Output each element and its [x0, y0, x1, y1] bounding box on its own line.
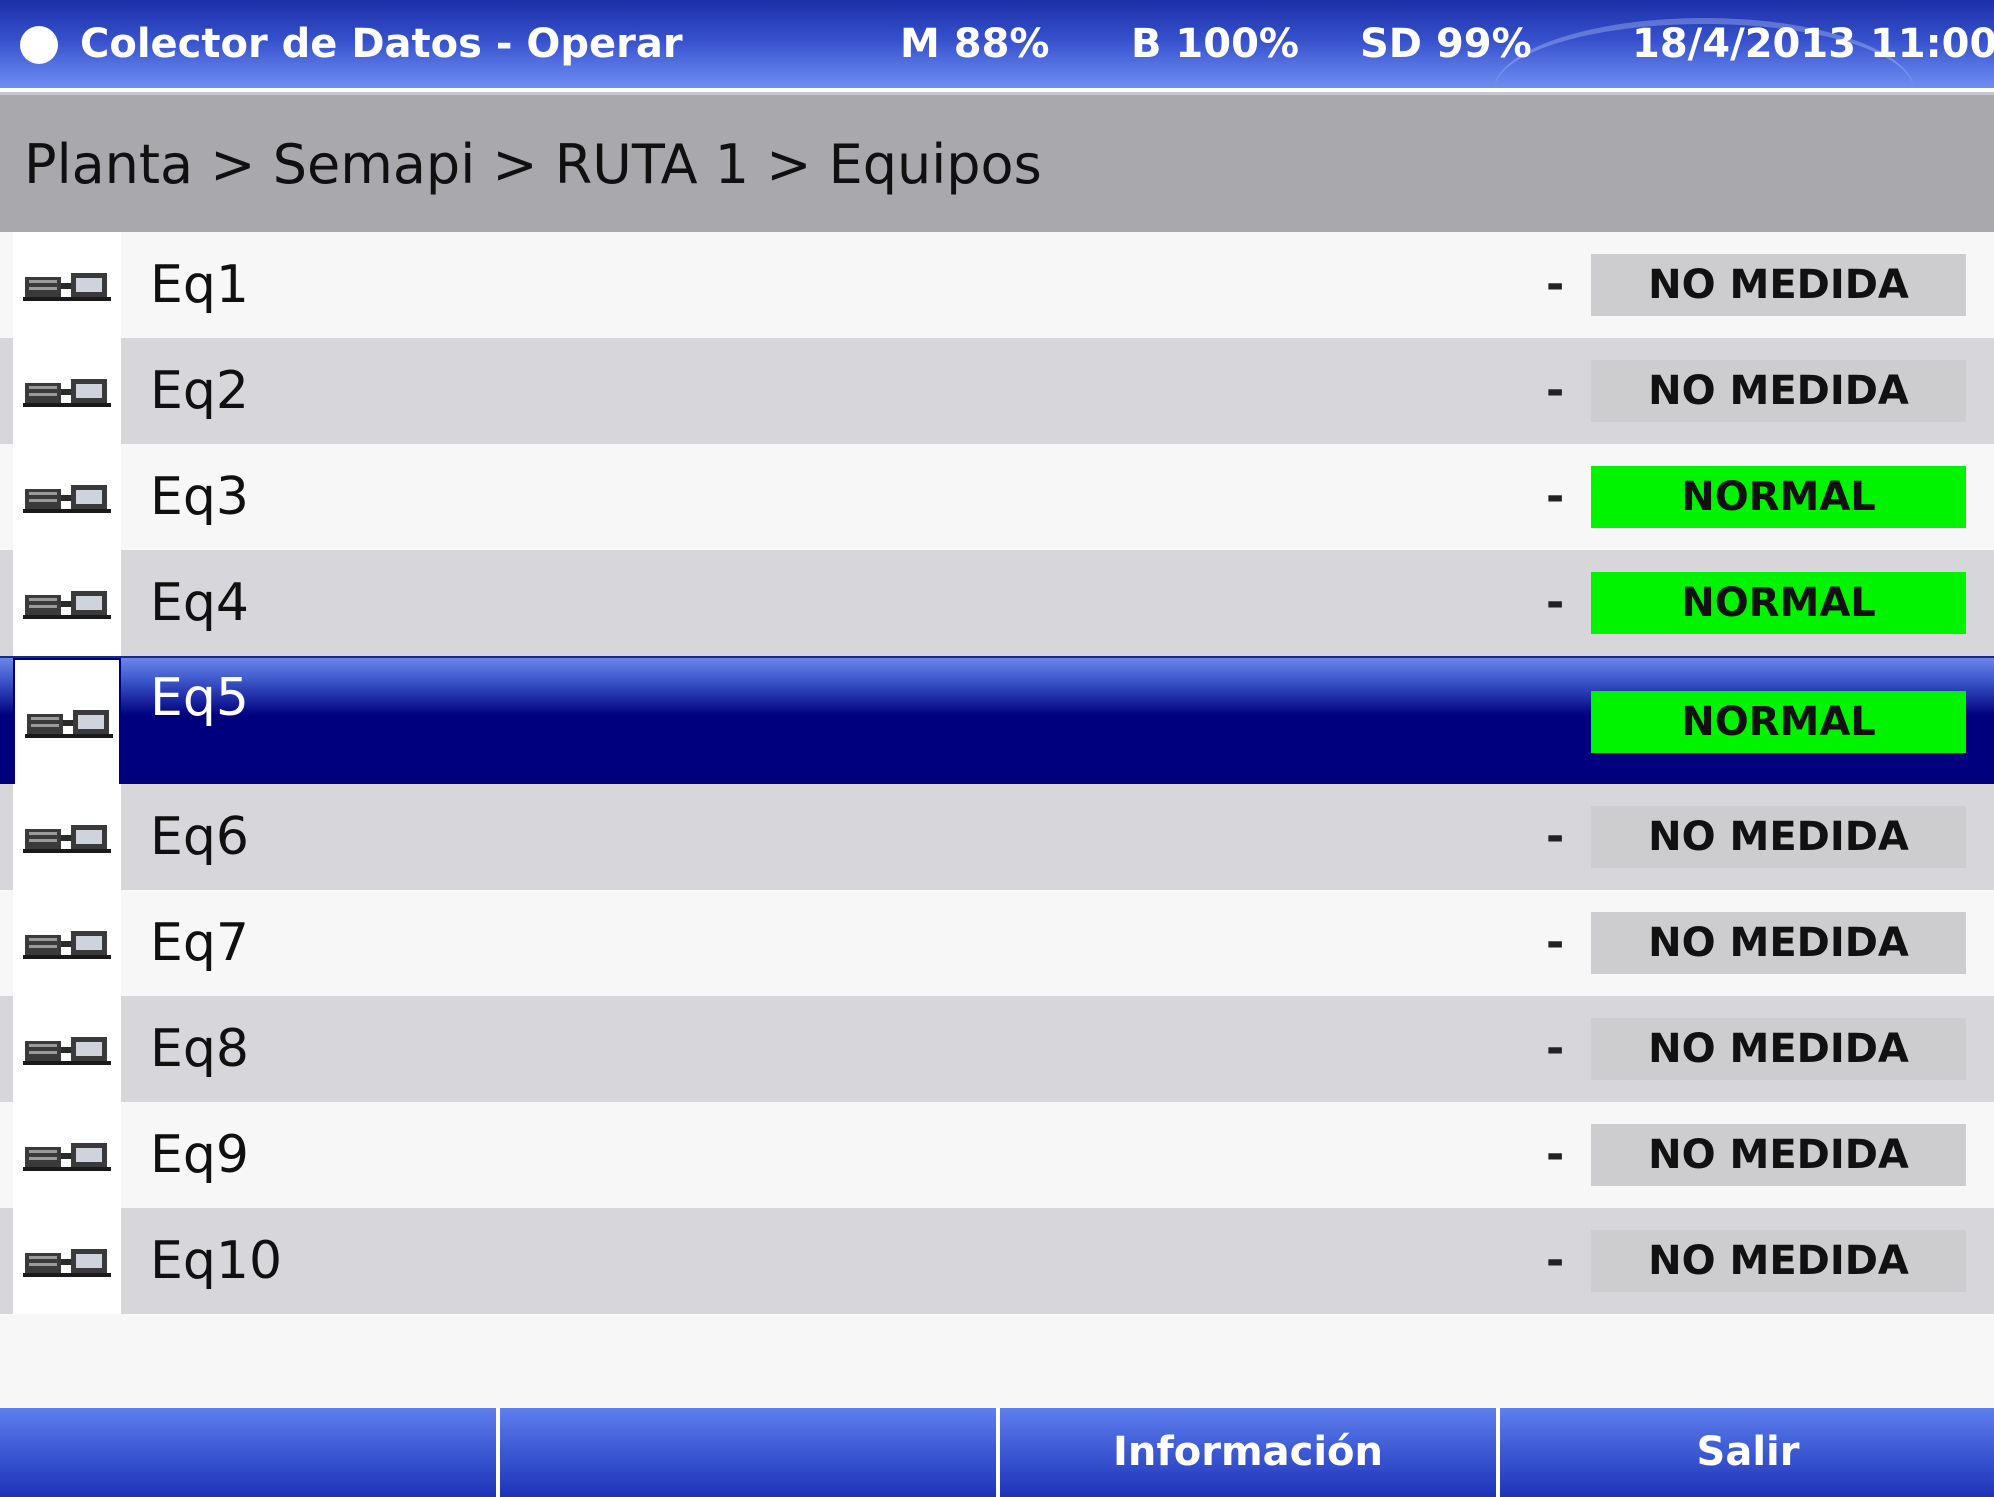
- equipment-value: -: [1546, 1235, 1565, 1286]
- equipment-icon-cell: [13, 996, 121, 1102]
- equipment-row[interactable]: Eq9 - NO MEDIDA: [0, 1102, 1994, 1208]
- motor-pump-icon: [23, 379, 111, 407]
- equipment-value: -: [1546, 1023, 1565, 1074]
- status-badge: NO MEDIDA: [1591, 806, 1966, 868]
- datetime: 18/4/2013 11:00: [1632, 21, 1994, 67]
- status-badge: NO MEDIDA: [1591, 254, 1966, 316]
- informacion-button[interactable]: Información: [1000, 1408, 1496, 1497]
- equipment-icon-cell: [13, 1208, 121, 1314]
- equipment-row[interactable]: Eq5 NORMAL: [0, 656, 1994, 786]
- equipment-name: Eq2: [150, 361, 249, 421]
- equipment-value: -: [1546, 471, 1565, 522]
- status-badge: NORMAL: [1591, 691, 1966, 753]
- equipment-row[interactable]: Eq8 - NO MEDIDA: [0, 996, 1994, 1102]
- equipment-name: Eq4: [150, 573, 249, 633]
- equipment-name: Eq10: [150, 1231, 283, 1291]
- equipment-name: Eq6: [150, 807, 249, 867]
- equipment-icon-cell: [13, 890, 121, 996]
- equipment-row[interactable]: Eq2 - NO MEDIDA: [0, 338, 1994, 444]
- equipment-name: Eq1: [150, 255, 249, 315]
- motor-pump-icon: [23, 931, 111, 959]
- equipment-list: Eq1- NO MEDIDA Eq2- NO MEDIDA Eq3- NORMAL Eq4-…: [0, 232, 1994, 1408]
- equipment-icon-cell: [13, 338, 121, 444]
- equipment-icon-cell: [13, 232, 121, 338]
- equipment-icon-cell: [13, 444, 121, 550]
- sd-indicator: SD 99%: [1360, 21, 1532, 67]
- title-bar: Colector de Datos - Operar M 88% B 100% …: [0, 0, 1994, 88]
- motor-pump-icon: [23, 825, 111, 853]
- equipment-row[interactable]: Eq4 - NORMAL: [0, 550, 1994, 656]
- equipment-row[interactable]: Eq1 - NO MEDIDA: [0, 232, 1994, 338]
- motor-pump-icon: [23, 591, 111, 619]
- equipment-icon-cell: [13, 658, 121, 786]
- status-badge: NO MEDIDA: [1591, 360, 1966, 422]
- memory-indicator: M 88%: [900, 21, 1050, 67]
- breadcrumb: Planta > Semapi > RUTA 1 > Equipos: [0, 92, 1994, 235]
- equipment-value: -: [1546, 1129, 1565, 1180]
- equipment-name: Eq8: [150, 1019, 249, 1079]
- status-badge: NORMAL: [1591, 466, 1966, 528]
- status-badge: NO MEDIDA: [1591, 1230, 1966, 1292]
- equipment-row[interactable]: Eq6 - NO MEDIDA: [0, 784, 1994, 890]
- equipment-value: -: [1546, 577, 1565, 628]
- status-badge: NORMAL: [1591, 572, 1966, 634]
- motor-pump-icon: [23, 1249, 111, 1277]
- softkey-1-button[interactable]: [0, 1408, 496, 1497]
- app-title: Colector de Datos - Operar: [80, 21, 683, 67]
- circle-icon: [20, 26, 58, 64]
- equipment-icon-cell: [13, 550, 121, 656]
- equipment-row[interactable]: Eq7 - NO MEDIDA: [0, 890, 1994, 996]
- equipment-icon-cell: [13, 1102, 121, 1208]
- equipment-value: -: [1546, 917, 1565, 968]
- status-badge: NO MEDIDA: [1591, 1124, 1966, 1186]
- footer-toolbar: Información Salir: [0, 1408, 1994, 1497]
- breadcrumb-path: Planta > Semapi > RUTA 1 > Equipos: [24, 133, 1042, 196]
- motor-pump-icon: [25, 710, 113, 738]
- equipment-name: Eq5: [150, 668, 249, 728]
- equipment-icon-cell: [13, 784, 121, 890]
- equipment-name: Eq3: [150, 467, 249, 527]
- equipment-name: Eq7: [150, 913, 249, 973]
- equipment-name: Eq9: [150, 1125, 249, 1185]
- equipment-value: -: [1546, 365, 1565, 416]
- motor-pump-icon: [23, 273, 111, 301]
- equipment-value: -: [1546, 259, 1565, 310]
- motor-pump-icon: [23, 1143, 111, 1171]
- salir-button[interactable]: Salir: [1500, 1408, 1994, 1497]
- battery-indicator: B 100%: [1131, 21, 1299, 67]
- motor-pump-icon: [23, 1037, 111, 1065]
- equipment-value: -: [1546, 811, 1565, 862]
- status-badge: NO MEDIDA: [1591, 1018, 1966, 1080]
- motor-pump-icon: [23, 485, 111, 513]
- equipment-row[interactable]: Eq10 - NO MEDIDA: [0, 1208, 1994, 1314]
- equipment-row[interactable]: Eq3 - NORMAL: [0, 444, 1994, 550]
- softkey-2-button[interactable]: [500, 1408, 996, 1497]
- status-badge: NO MEDIDA: [1591, 912, 1966, 974]
